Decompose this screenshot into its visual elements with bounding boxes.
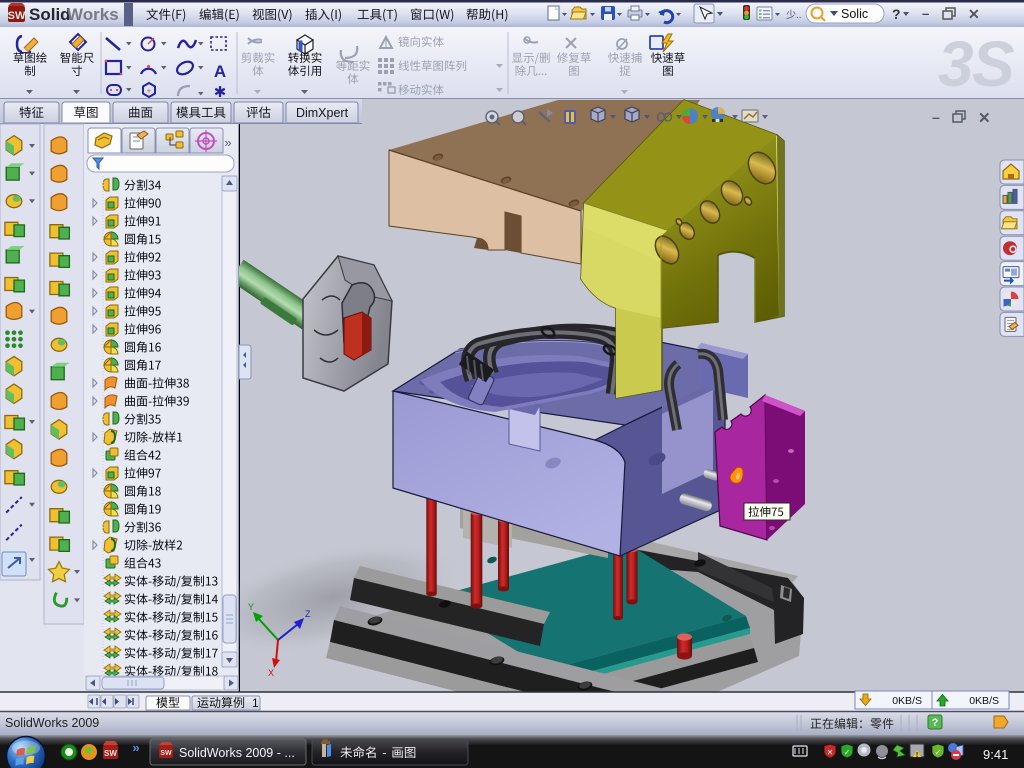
svg-text:✕: ✕	[978, 110, 991, 127]
svg-text:✓: ✓	[935, 748, 942, 757]
svg-text:»: »	[224, 135, 231, 150]
svg-text:0KB/S: 0KB/S	[892, 695, 922, 707]
svg-text:✱: ✱	[214, 84, 227, 101]
svg-text:–: –	[932, 109, 940, 125]
svg-text:Z: Z	[305, 609, 311, 619]
svg-text:✕: ✕	[968, 6, 980, 22]
svg-text:SW: SW	[8, 10, 26, 22]
svg-text:»: »	[132, 740, 139, 755]
svg-text:SW: SW	[160, 750, 172, 757]
svg-text:..: ..	[796, 10, 802, 21]
svg-text:SW: SW	[104, 749, 117, 758]
svg-text:DimXpert: DimXpert	[296, 106, 349, 120]
svg-text:?: ?	[932, 717, 939, 729]
svg-text:Solid: Solid	[29, 5, 71, 24]
svg-text:1: 1	[252, 696, 259, 710]
svg-text:9:41: 9:41	[983, 747, 1008, 762]
svg-text:✓: ✓	[844, 748, 851, 757]
svg-text:A: A	[214, 62, 226, 81]
svg-text:!: !	[916, 752, 918, 759]
svg-text:Works: Works	[67, 5, 119, 24]
svg-text:+: +	[147, 87, 152, 96]
svg-text:Solic: Solic	[841, 7, 868, 21]
svg-text:X: X	[268, 668, 274, 678]
svg-text:?: ?	[892, 6, 901, 22]
svg-text:SolidWorks 2009: SolidWorks 2009	[5, 716, 99, 730]
svg-text:Y: Y	[248, 602, 254, 612]
svg-text:–: –	[922, 6, 929, 21]
svg-text:✕: ✕	[827, 748, 834, 757]
svg-text:SolidWorks 2009 - ...: SolidWorks 2009 - ...	[179, 746, 295, 760]
svg-text:3: 3	[938, 28, 974, 100]
svg-text:S: S	[972, 28, 1015, 100]
svg-text:0KB/S: 0KB/S	[969, 695, 999, 707]
